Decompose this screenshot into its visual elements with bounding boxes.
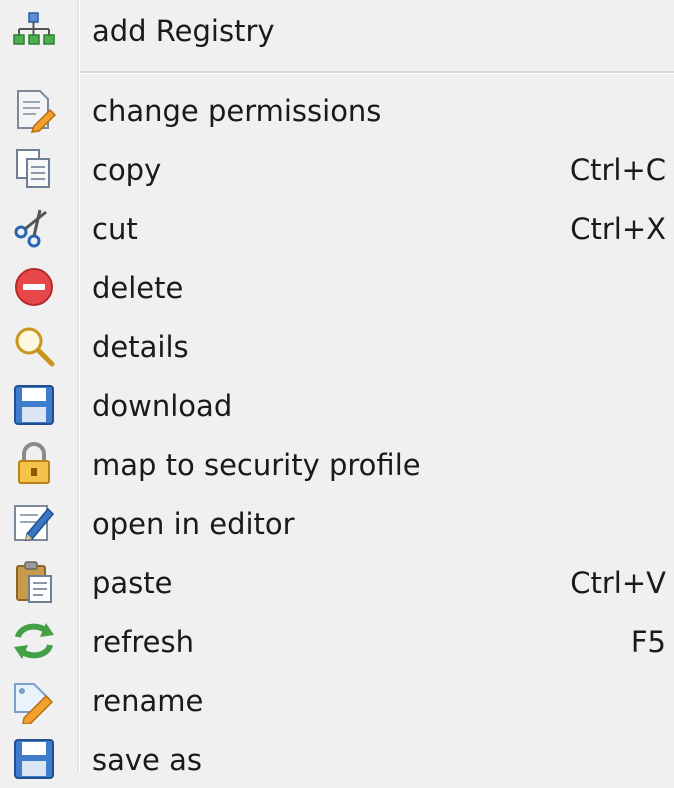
copy-icon bbox=[10, 145, 58, 193]
menu-item-map-to-security-profile[interactable]: map to security profile bbox=[0, 435, 674, 493]
menu-item-label: delete bbox=[92, 271, 184, 305]
delete-icon bbox=[10, 263, 58, 311]
menu-item-refresh[interactable]: refresh F5 bbox=[0, 612, 674, 670]
menu-item-change-permissions[interactable]: change permissions bbox=[0, 81, 674, 139]
menu-item-shortcut: Ctrl+V bbox=[570, 566, 666, 600]
clipboard-icon bbox=[10, 558, 58, 606]
menu-item-open-in-editor[interactable]: open in editor bbox=[0, 494, 674, 552]
registry-tree-icon bbox=[10, 7, 58, 55]
menu-item-download[interactable]: download bbox=[0, 376, 674, 434]
floppy-disk-icon bbox=[10, 381, 58, 429]
rename-tag-pencil-icon bbox=[10, 676, 58, 724]
menu-item-label: add Registry bbox=[92, 14, 275, 48]
menu-item-shortcut: Ctrl+X bbox=[570, 212, 666, 246]
scissors-icon bbox=[10, 204, 58, 252]
menu-item-save-as[interactable]: save as bbox=[0, 730, 674, 788]
menu-separator bbox=[80, 71, 674, 74]
menu-item-label: change permissions bbox=[92, 94, 382, 128]
menu-item-copy[interactable]: copy Ctrl+C bbox=[0, 140, 674, 198]
menu-item-label: map to security profile bbox=[92, 448, 421, 482]
menu-item-label: download bbox=[92, 389, 233, 423]
menu-item-label: cut bbox=[92, 212, 138, 246]
magnifier-icon bbox=[10, 322, 58, 370]
menu-item-label: refresh bbox=[92, 625, 194, 659]
floppy-disk-icon bbox=[10, 735, 58, 783]
menu-item-label: rename bbox=[92, 684, 204, 718]
menu-item-details[interactable]: details bbox=[0, 317, 674, 375]
permissions-page-pen-icon bbox=[10, 86, 58, 134]
menu-item-rename[interactable]: rename bbox=[0, 671, 674, 729]
menu-item-label: paste bbox=[92, 566, 173, 600]
menu-item-label: open in editor bbox=[92, 507, 295, 541]
menu-item-label: save as bbox=[92, 743, 202, 777]
menu-item-shortcut: Ctrl+C bbox=[569, 153, 666, 187]
padlock-icon bbox=[10, 440, 58, 488]
refresh-arrows-icon bbox=[10, 617, 58, 665]
menu-item-label: copy bbox=[92, 153, 162, 187]
menu-item-cut[interactable]: cut Ctrl+X bbox=[0, 199, 674, 257]
context-menu: add Registry change permissions copy Ctr… bbox=[0, 0, 674, 779]
edit-document-icon bbox=[10, 499, 58, 547]
menu-item-shortcut: F5 bbox=[630, 625, 666, 659]
menu-item-add-registry[interactable]: add Registry bbox=[0, 0, 674, 58]
menu-item-label: details bbox=[92, 330, 189, 364]
menu-item-delete[interactable]: delete bbox=[0, 258, 674, 316]
menu-item-paste[interactable]: paste Ctrl+V bbox=[0, 553, 674, 611]
